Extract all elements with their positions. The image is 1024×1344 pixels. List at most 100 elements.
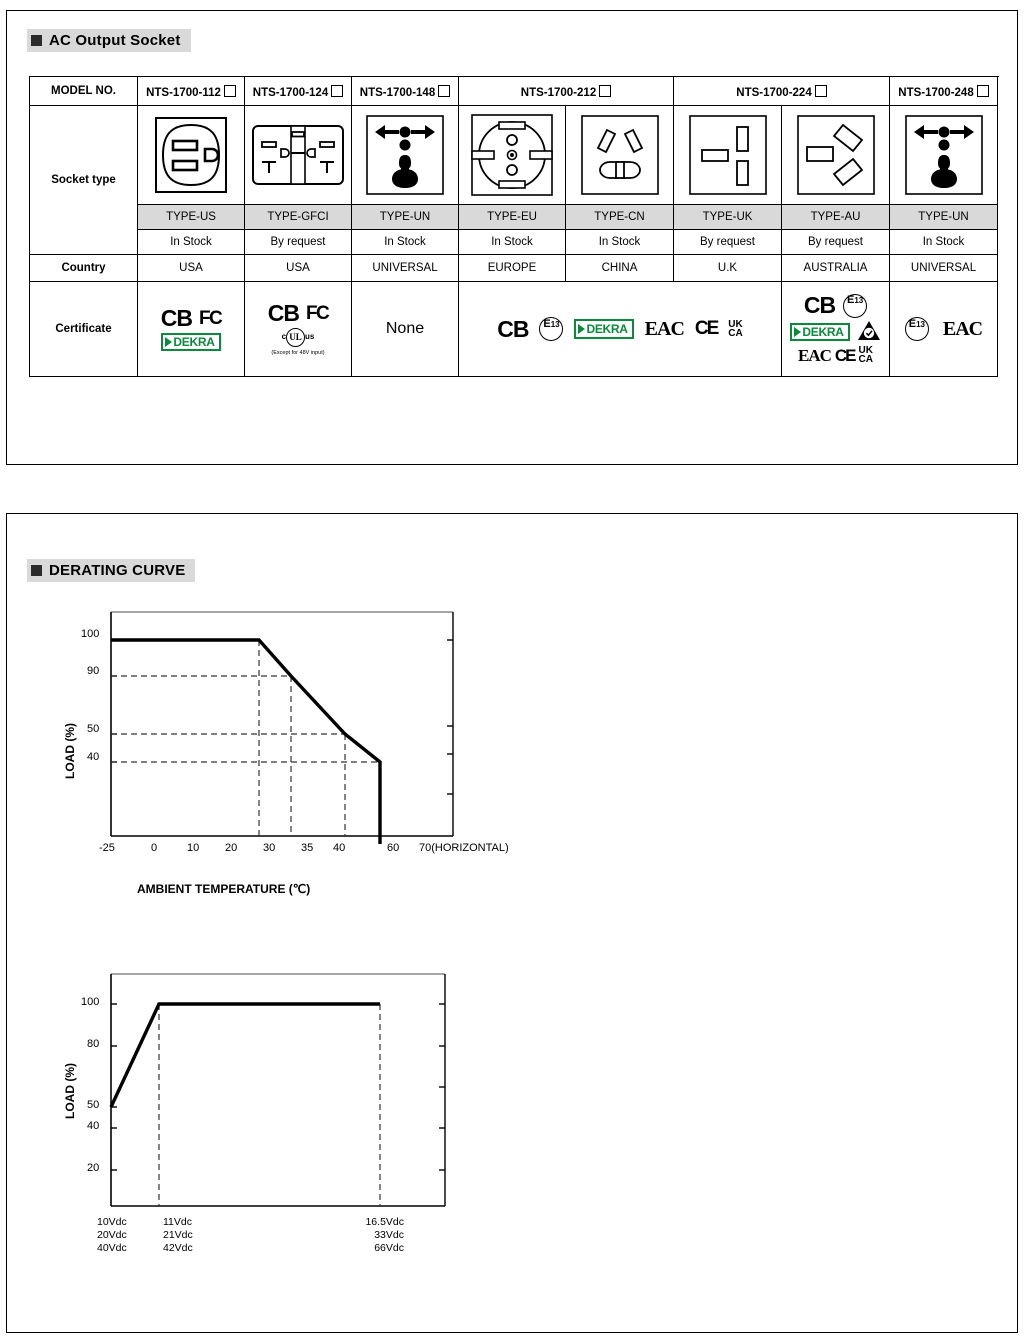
socket-spec-table: MODEL NO. NTS-1700-112 NTS-1700-124 NTS-…	[29, 76, 998, 377]
chart1-xtick-70: 70(HORIZONTAL)	[419, 842, 509, 854]
us-socket-icon	[138, 115, 244, 195]
chart1-xtick-20: 20	[225, 842, 238, 854]
gfci-socket-icon	[245, 124, 351, 186]
type-cell-eu: TYPE-EU	[458, 204, 566, 230]
ce-mark: CE	[694, 318, 719, 339]
model-number: NTS-1700-224	[736, 86, 812, 99]
table-row-type: TYPE-US TYPE-GFCI TYPE-UN TYPE-EU TYPE-C…	[30, 204, 998, 230]
input-voltage-derating-chart: LOAD (%) 100 80 50 40 20 10Vdc 20Vdc 40V…	[63, 964, 517, 1294]
checkbox-icon[interactable]	[331, 84, 344, 97]
country-cell-cn: CHINA	[565, 254, 674, 282]
section-header-ac-output-socket: AC Output Socket	[27, 29, 191, 52]
e13-mark: E 13	[904, 317, 929, 341]
cn-socket-icon	[566, 114, 673, 196]
chart2-xlabels-group-2: 11Vdc 21Vdc 42Vdc	[163, 1216, 193, 1254]
dekra-triangle-icon	[794, 327, 802, 337]
cb-mark: CB	[497, 315, 529, 342]
socket-cell-au	[781, 105, 890, 205]
stock-cell-eu: In Stock	[458, 229, 566, 255]
certificate-cell-un-1: None	[351, 281, 459, 377]
socket-cell-cn	[565, 105, 674, 205]
ukca-mark: UK CA	[728, 319, 743, 339]
dekra-triangle-icon	[165, 337, 173, 347]
model-number: NTS-1700-124	[252, 86, 329, 99]
certificate-cell-eu-cn-uk: CB E 13 DEKRA EAC CE UK CA	[458, 281, 782, 377]
chart1-xtick-30: 30	[263, 842, 276, 854]
fcc-mark: FC	[305, 302, 330, 324]
au-socket-icon	[782, 114, 889, 196]
model-number: NTS-1700-212	[520, 86, 597, 99]
country-cell-us: USA	[137, 254, 245, 282]
eac-mark: EAC	[942, 317, 983, 340]
ul-exception-note: (Except for 48V input)	[271, 349, 325, 356]
temperature-derating-chart: LOAD (%) 100 90 50 40 -25 0 10 20 30 35 …	[63, 604, 517, 914]
checkbox-icon[interactable]	[599, 84, 612, 97]
chart1-y-axis-label: LOAD (%)	[63, 723, 77, 779]
country-cell-un-1: UNIVERSAL	[351, 254, 459, 282]
socket-cell-us	[137, 105, 245, 205]
e13-mark: E 13	[539, 317, 564, 341]
ce-mark: CE	[834, 345, 857, 365]
chart1-xtick-0: 0	[151, 842, 158, 854]
table-row-certificate: Certificate CB FC DEKRA CB FC c UL us (E…	[29, 281, 998, 377]
country-cell-uk: U.K	[673, 254, 782, 282]
e13-mark: E 13	[843, 293, 868, 318]
chart2-xlabels-group-3: 16.5Vdc 33Vdc 66Vdc	[365, 1216, 404, 1254]
model-cell-124: NTS-1700-124	[244, 76, 352, 106]
dekra-triangle-icon	[578, 324, 586, 334]
row-label-socket-type: Socket type	[29, 105, 138, 255]
chart2-y-axis-label: LOAD (%)	[63, 1063, 77, 1119]
type-cell-uk: TYPE-UK	[673, 204, 782, 230]
chart1-xtick-60: 60	[387, 842, 400, 854]
socket-cell-eu	[458, 105, 566, 205]
table-row-model: MODEL NO. NTS-1700-112 NTS-1700-124 NTS-…	[29, 76, 998, 106]
chart1-xtick--25: -25	[99, 842, 115, 854]
type-cell-gfci: TYPE-GFCI	[244, 204, 352, 230]
fcc-mark: FC	[198, 308, 223, 329]
stock-cell-un-2: In Stock	[889, 229, 998, 255]
model-cell-112: NTS-1700-112	[137, 76, 245, 106]
type-cell-us: TYPE-US	[137, 204, 245, 230]
model-cell-212: NTS-1700-212	[458, 76, 674, 106]
cb-mark: CB	[160, 305, 193, 331]
checkbox-icon[interactable]	[814, 84, 827, 97]
model-cell-224: NTS-1700-224	[673, 76, 890, 106]
model-cell-148: NTS-1700-148	[351, 76, 459, 106]
cul-us-mark: c UL us	[282, 327, 314, 347]
checkbox-icon[interactable]	[976, 84, 989, 97]
socket-cell-gfci	[244, 105, 352, 205]
stock-cell-uk: By request	[673, 229, 782, 255]
model-number: NTS-1700-148	[359, 86, 436, 99]
chart1-xtick-35: 35	[301, 842, 314, 854]
chart2-xlabels-group-1: 10Vdc 20Vdc 40Vdc	[97, 1216, 127, 1254]
checkbox-icon[interactable]	[438, 84, 451, 97]
bullet-square-icon	[31, 565, 42, 576]
chart1-xtick-40: 40	[333, 842, 346, 854]
certificate-cell-au: CB E 13 DEKRA EAC CE UK CA	[781, 281, 890, 377]
checkbox-icon[interactable]	[223, 84, 236, 97]
model-number: NTS-1700-248	[898, 86, 974, 99]
eac-mark: EAC	[644, 317, 685, 340]
country-cell-gfci: USA	[244, 254, 352, 282]
country-cell-au: AUSTRALIA	[781, 254, 890, 282]
socket-cell-universal-2	[889, 105, 998, 205]
certificate-cell-un-2: E 13 EAC	[889, 281, 998, 377]
section-title: DERATING CURVE	[49, 562, 186, 579]
section-title: AC Output Socket	[49, 32, 181, 49]
cb-mark: CB	[803, 292, 836, 319]
dekra-mark: DEKRA	[161, 333, 221, 351]
stock-cell-gfci: By request	[244, 229, 352, 255]
eac-mark: EAC	[798, 345, 832, 365]
country-cell-eu: EUROPE	[458, 254, 566, 282]
rcm-mark	[857, 320, 881, 345]
eu-socket-icon	[459, 113, 565, 197]
section-header-derating-curve: DERATING CURVE	[27, 559, 196, 582]
ukca-mark: UK CA	[858, 345, 873, 366]
row-label-model: MODEL NO.	[29, 76, 138, 106]
model-cell-248: NTS-1700-248	[889, 76, 998, 106]
ul-circle-icon: UL	[286, 327, 306, 347]
socket-cell-universal-1	[351, 105, 459, 205]
model-number: NTS-1700-112	[146, 86, 221, 99]
socket-cell-uk	[673, 105, 782, 205]
cb-mark: CB	[267, 299, 300, 326]
